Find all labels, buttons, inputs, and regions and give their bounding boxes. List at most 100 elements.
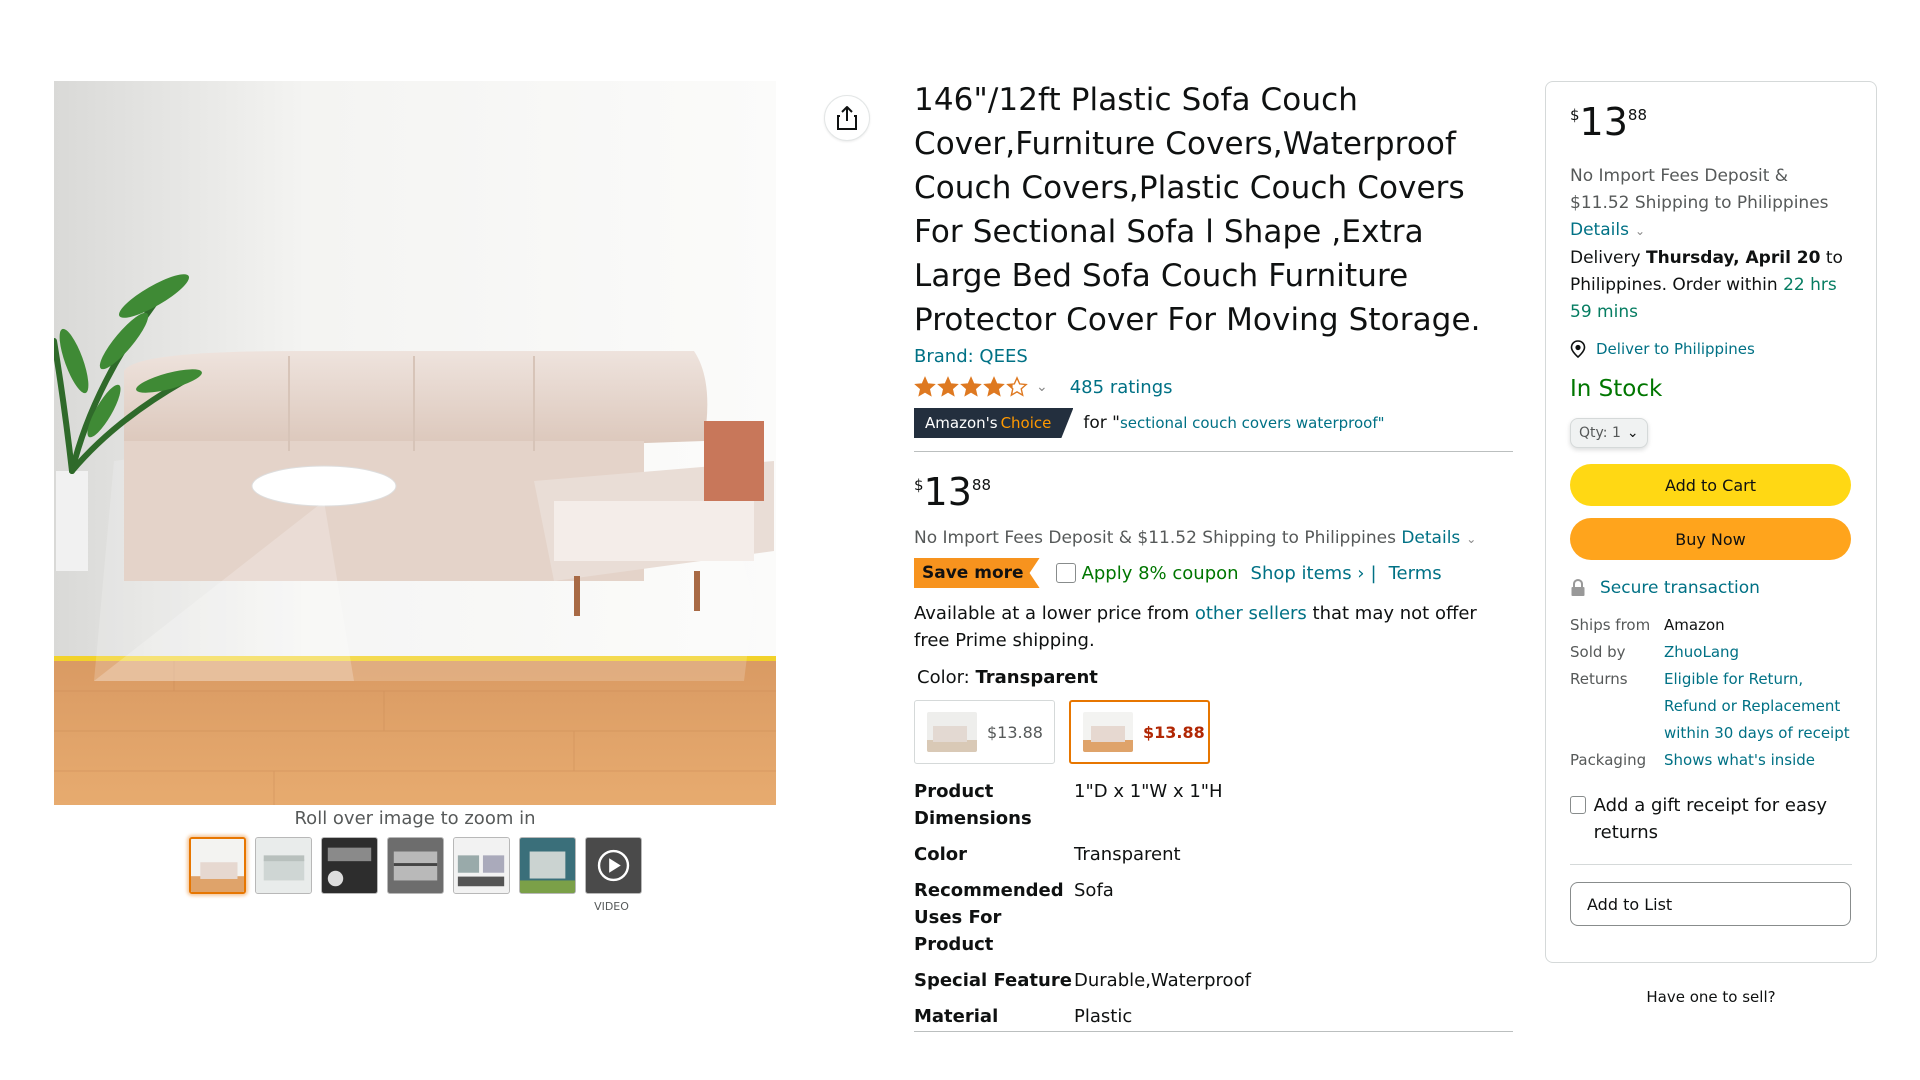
info-row: Returns Eligible for Return, Refund or R… xyxy=(1570,666,1852,747)
share-button[interactable] xyxy=(824,95,870,141)
buy-now-button[interactable]: Buy Now xyxy=(1570,518,1851,560)
choice-query-close: " xyxy=(1377,414,1385,432)
price-display: $ 13 88 xyxy=(914,472,1513,516)
color-swatch[interactable]: $13.88 xyxy=(914,700,1055,764)
stock-status: In Stock xyxy=(1570,376,1663,402)
product-title: 146"/12ft Plastic Sofa Couch Cover,Furni… xyxy=(914,82,1481,338)
swatch-price: $13.88 xyxy=(987,722,1043,742)
star-rating[interactable] xyxy=(914,376,1028,398)
spec-row: Color Transparent xyxy=(914,841,1513,868)
thumbnail-2[interactable] xyxy=(255,837,312,894)
amazons-choice-badge: Amazon's Choice xyxy=(914,408,1073,438)
availability-prefix: Available at a lower price from xyxy=(914,603,1195,624)
thumbnail-1[interactable] xyxy=(189,837,246,894)
amazons-choice-row: Amazon's Choice for "sectional couch cove… xyxy=(914,408,1513,438)
spec-row: Material Plastic xyxy=(914,1003,1513,1030)
shop-items-link[interactable]: Shop items › xyxy=(1251,563,1365,584)
gift-receipt-label[interactable]: Add a gift receipt for easy returns xyxy=(1594,792,1852,846)
secure-transaction-text: Secure transaction xyxy=(1600,578,1760,598)
choice-query-link[interactable]: sectional couch covers waterproof xyxy=(1120,414,1378,432)
info-row: Ships from Amazon xyxy=(1570,612,1852,639)
color-selector-label: Color: Transparent xyxy=(914,667,1513,688)
spec-key: Material xyxy=(914,1006,999,1027)
gift-receipt-checkbox[interactable] xyxy=(1570,796,1586,814)
shipping-details-link[interactable]: Details xyxy=(1401,528,1460,548)
quantity-value: Qty: 1 xyxy=(1579,425,1621,441)
other-sellers-notice: Available at a lower price from other se… xyxy=(914,600,1513,654)
info-row: Packaging Shows what's inside xyxy=(1570,747,1852,774)
spec-value: Durable,Waterproof xyxy=(1074,970,1251,991)
thumbnail-4[interactable] xyxy=(387,837,444,894)
spec-value: Plastic xyxy=(1074,1006,1133,1027)
buy-box: $ 13 88 No Import Fees Deposit & $11.52 … xyxy=(1545,81,1877,963)
star-icon xyxy=(937,376,959,397)
apply-coupon-label[interactable]: Apply 8% coupon xyxy=(1082,563,1239,584)
coupon-checkbox[interactable] xyxy=(1055,563,1076,583)
choice-for-prefix: for " xyxy=(1083,413,1120,433)
have-one-to-sell[interactable]: Have one to sell? xyxy=(1545,988,1877,1006)
add-to-list-button[interactable]: Add to List xyxy=(1570,882,1851,926)
brand-link[interactable]: Brand: QEES xyxy=(914,346,1513,367)
save-more-badge: Save more xyxy=(914,558,1040,588)
star-icon xyxy=(960,376,982,397)
divider xyxy=(1570,864,1852,865)
chevron-down-icon[interactable]: ⌄ xyxy=(1635,224,1645,238)
color-value: Transparent xyxy=(975,667,1098,688)
fulfillment-info: Ships from Amazon Sold by ZhuoLang Retur… xyxy=(1570,612,1852,774)
lock-icon xyxy=(1571,579,1585,596)
secure-transaction-link[interactable]: Secure transaction xyxy=(1570,578,1852,598)
import-fees-line: No Import Fees Deposit & $11.52 Shipping… xyxy=(914,528,1513,548)
star-icon xyxy=(1006,376,1028,397)
zoom-hint: Roll over image to zoom in xyxy=(294,808,536,829)
packaging-link[interactable]: Shows what's inside xyxy=(1664,747,1852,774)
spec-key: Product Dimensions xyxy=(914,781,1032,829)
price-symbol: $ xyxy=(1570,106,1580,124)
color-swatch-selected[interactable]: $13.88 xyxy=(1069,700,1210,764)
returns-link[interactable]: Eligible for Return, Refund or Replaceme… xyxy=(1664,666,1852,747)
thumbnail-5[interactable] xyxy=(453,837,510,894)
spec-row: Special Feature Durable,Waterproof xyxy=(914,967,1513,994)
info-key: Sold by xyxy=(1570,643,1626,661)
chevron-down-icon: ⌄ xyxy=(1626,425,1639,441)
color-swatches: $13.88 $13.88 xyxy=(914,700,1513,764)
thumbnail-6[interactable] xyxy=(519,837,576,894)
thumbnail-3[interactable] xyxy=(321,837,378,894)
thumbnail-video[interactable] xyxy=(585,837,642,894)
choice-query-text: for "sectional couch covers waterproof" xyxy=(1083,413,1384,433)
delivery-prefix: Delivery xyxy=(1570,248,1646,268)
seller-link[interactable]: ZhuoLang xyxy=(1664,639,1852,666)
info-value: Amazon xyxy=(1664,616,1725,634)
coupon-row: Save more Apply 8% coupon Shop items › |… xyxy=(914,558,1513,588)
main-product-image[interactable] xyxy=(54,81,776,805)
ratings-count-link[interactable]: 485 ratings xyxy=(1070,377,1173,398)
terms-link[interactable]: Terms xyxy=(1389,563,1442,584)
price-fraction: 88 xyxy=(1627,106,1647,124)
deliver-to-link[interactable]: Deliver to Philippines xyxy=(1570,340,1852,358)
spec-row: Recommended Uses For Product Sofa xyxy=(914,877,1513,958)
quantity-dropdown[interactable]: Qty: 1 ⌄ xyxy=(1570,418,1648,448)
deliver-to-text: Deliver to Philippines xyxy=(1596,340,1755,358)
product-details-column: 146"/12ft Plastic Sofa Couch Cover,Furni… xyxy=(914,78,1513,1039)
swatch-image xyxy=(927,712,977,752)
spec-key: Color xyxy=(914,844,967,865)
other-sellers-link[interactable]: other sellers xyxy=(1195,603,1307,624)
spec-key: Recommended Uses For Product xyxy=(914,880,1064,955)
swatch-image xyxy=(1083,712,1133,752)
price-symbol: $ xyxy=(914,476,924,494)
delivery-info: Delivery Thursday, April 20 to Philippin… xyxy=(1570,245,1852,326)
price-whole: 13 xyxy=(923,470,972,514)
chevron-down-icon[interactable]: ⌄ xyxy=(1466,532,1476,546)
chevron-down-icon[interactable]: ⌄ xyxy=(1036,379,1048,395)
share-icon xyxy=(837,106,857,130)
swatch-price: $13.88 xyxy=(1143,722,1205,742)
info-row: Sold by ZhuoLang xyxy=(1570,639,1852,666)
divider xyxy=(914,1031,1513,1032)
location-pin-icon xyxy=(1570,340,1586,358)
star-icon xyxy=(914,376,936,397)
shipping-details-link[interactable]: Details xyxy=(1570,220,1629,240)
color-label: Color: xyxy=(917,667,976,688)
import-fees-text: No Import Fees Deposit & $11.52 Shipping… xyxy=(914,528,1396,548)
divider xyxy=(914,451,1513,452)
add-to-cart-button[interactable]: Add to Cart xyxy=(1570,464,1851,506)
spec-value: Transparent xyxy=(1074,844,1181,865)
